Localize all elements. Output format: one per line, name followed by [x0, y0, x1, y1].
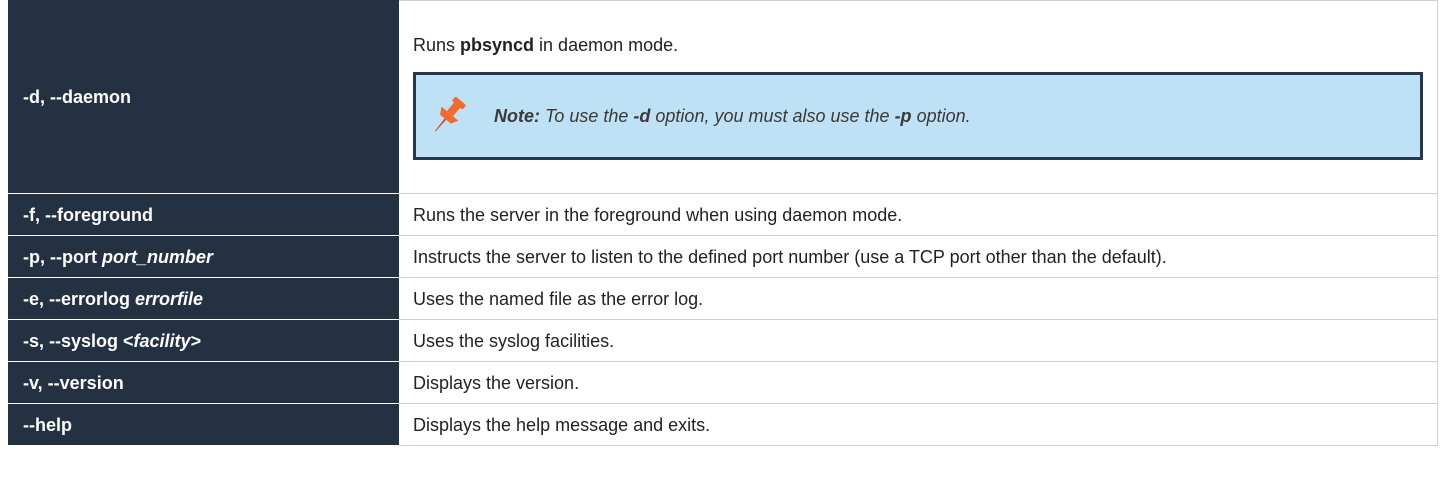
- option-description: Instructs the server to listen to the de…: [398, 235, 1438, 278]
- options-table: -d, --daemon Runs pbsyncd in daemon mode…: [8, 0, 1438, 446]
- option-name: -p, --port port_number: [8, 235, 399, 278]
- table-row: -e, --errorlog errorfile Uses the named …: [8, 277, 1438, 320]
- pushpin-icon: [434, 96, 466, 132]
- note-callout: Note: To use the -d option, you must als…: [413, 72, 1423, 160]
- option-description: Uses the named file as the error log.: [398, 277, 1438, 320]
- option-name: -v, --version: [8, 361, 399, 404]
- table-row: -d, --daemon Runs pbsyncd in daemon mode…: [8, 0, 1438, 194]
- table-row: -p, --port port_number Instructs the ser…: [8, 235, 1438, 278]
- table-row: -s, --syslog <facility> Uses the syslog …: [8, 319, 1438, 362]
- note-text: Note: To use the -d option, you must als…: [494, 106, 971, 126]
- option-name: -s, --syslog <facility>: [8, 319, 399, 362]
- option-description: Uses the syslog facilities.: [398, 319, 1438, 362]
- option-description: Displays the version.: [398, 361, 1438, 404]
- option-name: -f, --foreground: [8, 193, 399, 236]
- table-row: -v, --version Displays the version.: [8, 361, 1438, 404]
- option-description: Runs pbsyncd in daemon mode. Note: To us…: [398, 0, 1438, 194]
- option-name: -e, --errorlog errorfile: [8, 277, 399, 320]
- option-name: --help: [8, 403, 399, 446]
- table-row: -f, --foreground Runs the server in the …: [8, 193, 1438, 236]
- option-name: -d, --daemon: [8, 0, 399, 194]
- option-description: Displays the help message and exits.: [398, 403, 1438, 446]
- option-description: Runs the server in the foreground when u…: [398, 193, 1438, 236]
- table-row: --help Displays the help message and exi…: [8, 403, 1438, 446]
- daemon-description: Runs pbsyncd in daemon mode.: [413, 35, 679, 55]
